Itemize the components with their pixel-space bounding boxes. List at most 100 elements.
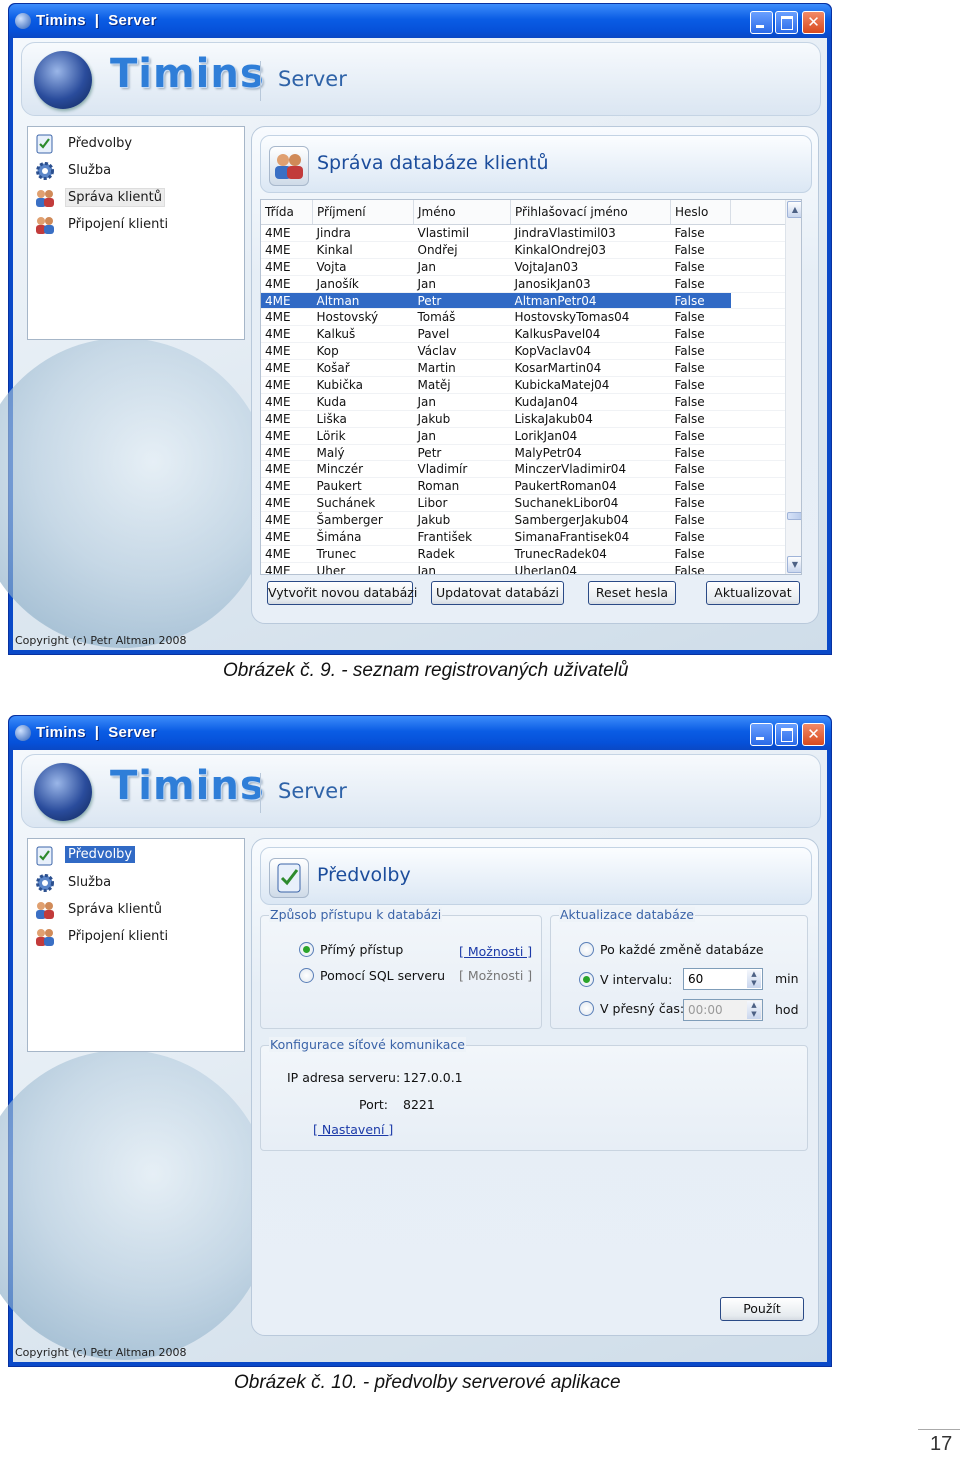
table-row[interactable]: 4ME Hostovský Tomáš HostovskyTomas04 False xyxy=(261,308,785,327)
title-bar[interactable]: Timins | Server ✕ xyxy=(9,4,831,38)
vertical-scrollbar[interactable]: ▲ ▼ xyxy=(785,200,801,574)
table-cell: Kop xyxy=(312,342,414,361)
maximize-button[interactable] xyxy=(775,723,798,746)
copyright-text: Copyright (c) Petr Altman 2008 xyxy=(15,634,187,647)
column-header[interactable]: Heslo xyxy=(670,200,731,225)
table-cell: LorikJan04 xyxy=(510,427,671,445)
app-header: Timins Server xyxy=(21,754,821,828)
table-row[interactable]: 4ME Kubička Matěj KubickaMatej04 False xyxy=(261,376,785,394)
table-cell: Jan xyxy=(413,258,511,276)
direct-access-label[interactable]: Přímý přístup xyxy=(320,942,403,957)
network-settings-link[interactable]: [ Nastavení ] xyxy=(313,1122,393,1137)
column-header[interactable]: Jméno xyxy=(413,200,511,225)
exact-time-value: 00:00 xyxy=(688,1003,723,1017)
logo-text: Timins xyxy=(110,763,265,809)
table-row[interactable]: 4ME Košař Martin KosarMartin04 False xyxy=(261,359,785,378)
minimize-button[interactable] xyxy=(750,11,773,34)
table-row[interactable]: 4ME Trunec Radek TrunecRadek04 False xyxy=(261,545,785,563)
client-db-panel: Správa databáze klientů Třída Příjmení J… xyxy=(251,126,819,624)
interval-radio[interactable] xyxy=(579,972,594,987)
table-cell-filler xyxy=(730,427,785,445)
table-row[interactable]: 4ME Kinkal Ondřej KinkalOndrej03 False xyxy=(261,241,785,259)
each-change-label[interactable]: Po každé změně databáze xyxy=(600,942,764,957)
table-row[interactable]: 4ME Janošík Jan JanosikJan03 False xyxy=(261,275,785,293)
apply-button[interactable]: Použít xyxy=(720,1297,804,1321)
table-row[interactable]: 4ME Paukert Roman PaukertRoman04 False xyxy=(261,477,785,496)
table-row[interactable]: 4ME Suchánek Libor SuchanekLibor04 False xyxy=(261,494,785,513)
maximize-icon xyxy=(776,724,797,745)
scroll-thumb[interactable] xyxy=(787,512,801,520)
sql-server-label[interactable]: Pomocí SQL serveru xyxy=(320,968,445,983)
interval-input[interactable]: 60 ▲ ▼ xyxy=(683,968,763,990)
update-database-button[interactable]: Updatovat databázi xyxy=(431,581,564,605)
table-cell: False xyxy=(670,359,731,378)
table-cell: 4ME xyxy=(261,494,313,513)
table-cell: Paukert xyxy=(312,477,414,496)
table-cell: False xyxy=(670,342,731,361)
navigation-panel: Předvolby Služba Správa klientů Připojen… xyxy=(27,126,245,340)
table-row[interactable]: 4ME Liška Jakub LiskaJakub04 False xyxy=(261,410,785,428)
interval-label[interactable]: V intervalu: xyxy=(600,972,672,987)
close-button[interactable]: ✕ xyxy=(802,723,825,746)
table-row[interactable]: 4ME Šamberger Jakub SambergerJakub04 False xyxy=(261,511,785,530)
table-cell: JindraVlastimil03 xyxy=(510,224,671,242)
exact-time-radio[interactable] xyxy=(579,1001,594,1016)
table-row[interactable]: 4ME Uher Jan UherJan04 False xyxy=(261,562,785,574)
exact-time-label[interactable]: V přesný čas: xyxy=(600,1001,684,1016)
table-cell: False xyxy=(670,275,731,293)
table-row[interactable]: 4ME Jindra Vlastimil JindraVlastimil03 False xyxy=(261,224,785,242)
direct-options-link[interactable]: [ Možnosti ] xyxy=(459,944,532,959)
scroll-down-icon[interactable]: ▼ xyxy=(787,556,801,573)
table-cell: False xyxy=(670,258,731,276)
column-header[interactable]: Třída xyxy=(261,200,313,225)
table-row[interactable]: 4ME Altman Petr AltmanPetr04 False xyxy=(261,292,785,310)
table-row[interactable]: 4ME Kuda Jan KudaJan04 False xyxy=(261,393,785,411)
users-icon xyxy=(269,146,309,186)
db-update-group: Aktualizace databáze Po každé změně data… xyxy=(550,907,808,1029)
table-cell-filler xyxy=(730,292,785,310)
clients-table[interactable]: Třída Příjmení Jméno Přihlašovací jméno … xyxy=(260,199,802,575)
ip-value: 127.0.0.1 xyxy=(403,1070,463,1085)
table-row[interactable]: 4ME Minczér Vladimír MinczerVladimir04 False xyxy=(261,460,785,479)
port-label: Port: xyxy=(359,1097,388,1112)
maximize-button[interactable] xyxy=(775,11,798,34)
title-bar[interactable]: Timins | Server ✕ xyxy=(9,716,831,750)
connected-users-icon xyxy=(36,929,54,946)
minimize-button[interactable] xyxy=(750,723,773,746)
each-change-radio[interactable] xyxy=(579,942,594,957)
scroll-up-icon[interactable]: ▲ xyxy=(787,201,801,218)
table-cell: Martin xyxy=(413,359,511,378)
group-caption: Způsob přístupu k databázi xyxy=(269,907,443,922)
table-cell: Šimána xyxy=(312,528,414,546)
table-cell: Šamberger xyxy=(312,511,414,530)
table-row[interactable]: 4ME Kop Václav KopVaclav04 False xyxy=(261,342,785,361)
table-cell: VojtaJan03 xyxy=(510,258,671,276)
direct-access-radio[interactable] xyxy=(299,942,314,957)
table-cell: Václav xyxy=(413,342,511,361)
table-cell: Roman xyxy=(413,477,511,496)
column-header[interactable]: Příjmení xyxy=(312,200,414,225)
spinner-arrows-icon[interactable]: ▲ ▼ xyxy=(747,970,761,988)
table-row[interactable]: 4ME Lörik Jan LorikJan04 False xyxy=(261,427,785,445)
table-row[interactable]: 4ME Vojta Jan VojtaJan03 False xyxy=(261,258,785,276)
table-cell: Minczér xyxy=(312,460,414,479)
table-cell: Malý xyxy=(312,444,414,462)
table-cell-filler xyxy=(730,410,785,428)
reset-password-button[interactable]: Reset hesla xyxy=(588,581,676,605)
table-cell: 4ME xyxy=(261,241,313,259)
create-database-button[interactable]: Vytvořit novou databázi xyxy=(267,581,417,605)
table-cell-filler xyxy=(730,511,785,530)
table-row[interactable]: 4ME Kalkuš Pavel KalkusPavel04 False xyxy=(261,325,785,344)
table-cell: AltmanPetr04 xyxy=(510,292,671,310)
group-caption: Konfigurace síťové komunikace xyxy=(269,1037,466,1052)
header-divider xyxy=(260,773,261,813)
close-button[interactable]: ✕ xyxy=(802,11,825,34)
table-row[interactable]: 4ME Šimána František SimanaFrantisek04 False xyxy=(261,528,785,546)
column-header[interactable]: Přihlašovací jméno xyxy=(510,200,671,225)
sql-server-radio[interactable] xyxy=(299,968,314,983)
refresh-button[interactable]: Aktualizovat xyxy=(706,581,800,605)
figure-caption: Obrázek č. 9. - seznam registrovaných už… xyxy=(223,660,629,681)
interval-value: 60 xyxy=(688,972,704,986)
table-row[interactable]: 4ME Malý Petr MalyPetr04 False xyxy=(261,444,785,462)
table-cell: Kubička xyxy=(312,376,414,394)
